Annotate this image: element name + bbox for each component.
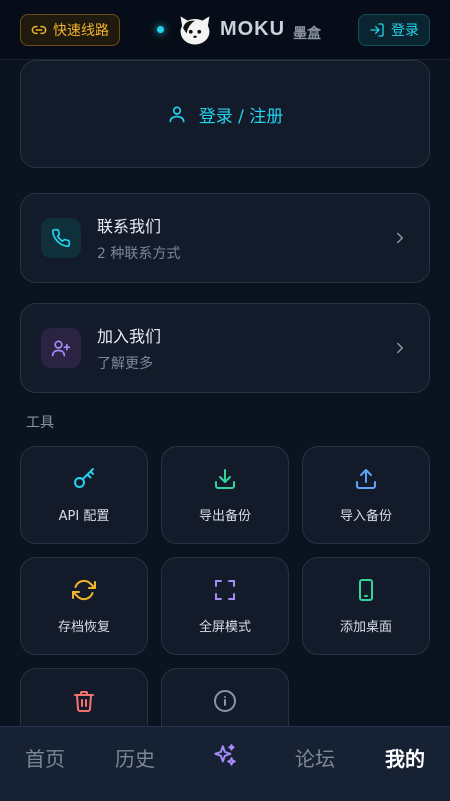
join-us-row[interactable]: 加入我们 了解更多 [20, 303, 430, 393]
join-us-desc: 了解更多 [97, 356, 153, 372]
status-dot [156, 26, 164, 33]
login-register-label: 登录 / 注册 [198, 106, 284, 127]
add-to-desktop-label: 添加桌面 [339, 619, 392, 635]
contact-icon-wrap [41, 218, 81, 258]
join-us-title: 加入我们 [97, 327, 162, 346]
fullscreen-icon [215, 579, 235, 600]
link-icon [31, 25, 47, 34]
header-login-button[interactable]: 登录 [357, 13, 430, 46]
fullscreen-tile[interactable]: 全屏模式 [161, 557, 289, 655]
join-icon-wrap [41, 328, 81, 368]
import-backup-label: 导入备份 [339, 508, 392, 524]
top-header: 快速线路 MOKU 墨盒 登录 [0, 0, 450, 60]
contact-us-title: 联系我们 [97, 217, 162, 236]
chevron-right-icon [397, 232, 404, 244]
login-register-card[interactable]: 登录 / 注册 [20, 60, 430, 168]
user-icon [169, 106, 185, 123]
tab-mine[interactable]: 我的 [375, 743, 435, 772]
add-to-desktop-tile[interactable]: 添加桌面 [302, 557, 430, 655]
api-config-tile[interactable]: API 配置 [20, 446, 148, 544]
user-plus-icon [51, 340, 71, 357]
moku-mascot-icon [180, 15, 210, 44]
download-icon [215, 468, 235, 489]
fast-route-label: 快速线路 [53, 22, 109, 39]
trash-icon [74, 691, 94, 712]
login-icon [370, 22, 384, 37]
export-backup-label: 导出备份 [198, 508, 251, 524]
refresh-icon [72, 579, 96, 600]
sparkles-icon [214, 744, 236, 766]
api-config-label: API 配置 [58, 508, 110, 524]
export-backup-tile[interactable]: 导出备份 [161, 446, 289, 544]
brand-name: MOKU [219, 18, 286, 40]
phone-icon [51, 228, 71, 248]
import-backup-tile[interactable]: 导入备份 [302, 446, 430, 544]
upload-icon [356, 468, 376, 489]
contact-us-row[interactable]: 联系我们 2 种联系方式 [20, 193, 430, 283]
fast-route-button[interactable]: 快速线路 [20, 13, 120, 46]
archive-restore-tile[interactable]: 存档恢复 [20, 557, 148, 655]
bottom-tab-bar: 首页 历史 论坛 我的 [0, 726, 450, 801]
chevron-right-icon [397, 342, 404, 354]
smartphone-icon [359, 578, 373, 601]
fullscreen-label: 全屏模式 [198, 619, 251, 635]
tab-home[interactable]: 首页 [15, 743, 75, 772]
tab-create[interactable] [195, 743, 255, 774]
tab-forum[interactable]: 论坛 [285, 743, 345, 772]
brand-logo: MOKU 墨盒 [156, 13, 322, 47]
info-icon [214, 690, 236, 712]
key-icon [74, 467, 94, 488]
brand-subtitle: 墨盒 [293, 25, 322, 42]
header-login-label: 登录 [390, 22, 419, 39]
tab-history[interactable]: 历史 [105, 743, 165, 772]
archive-restore-label: 存档恢复 [57, 619, 110, 635]
contact-us-desc: 2 种联系方式 [97, 246, 181, 262]
tools-section-label: 工具 [26, 415, 54, 431]
